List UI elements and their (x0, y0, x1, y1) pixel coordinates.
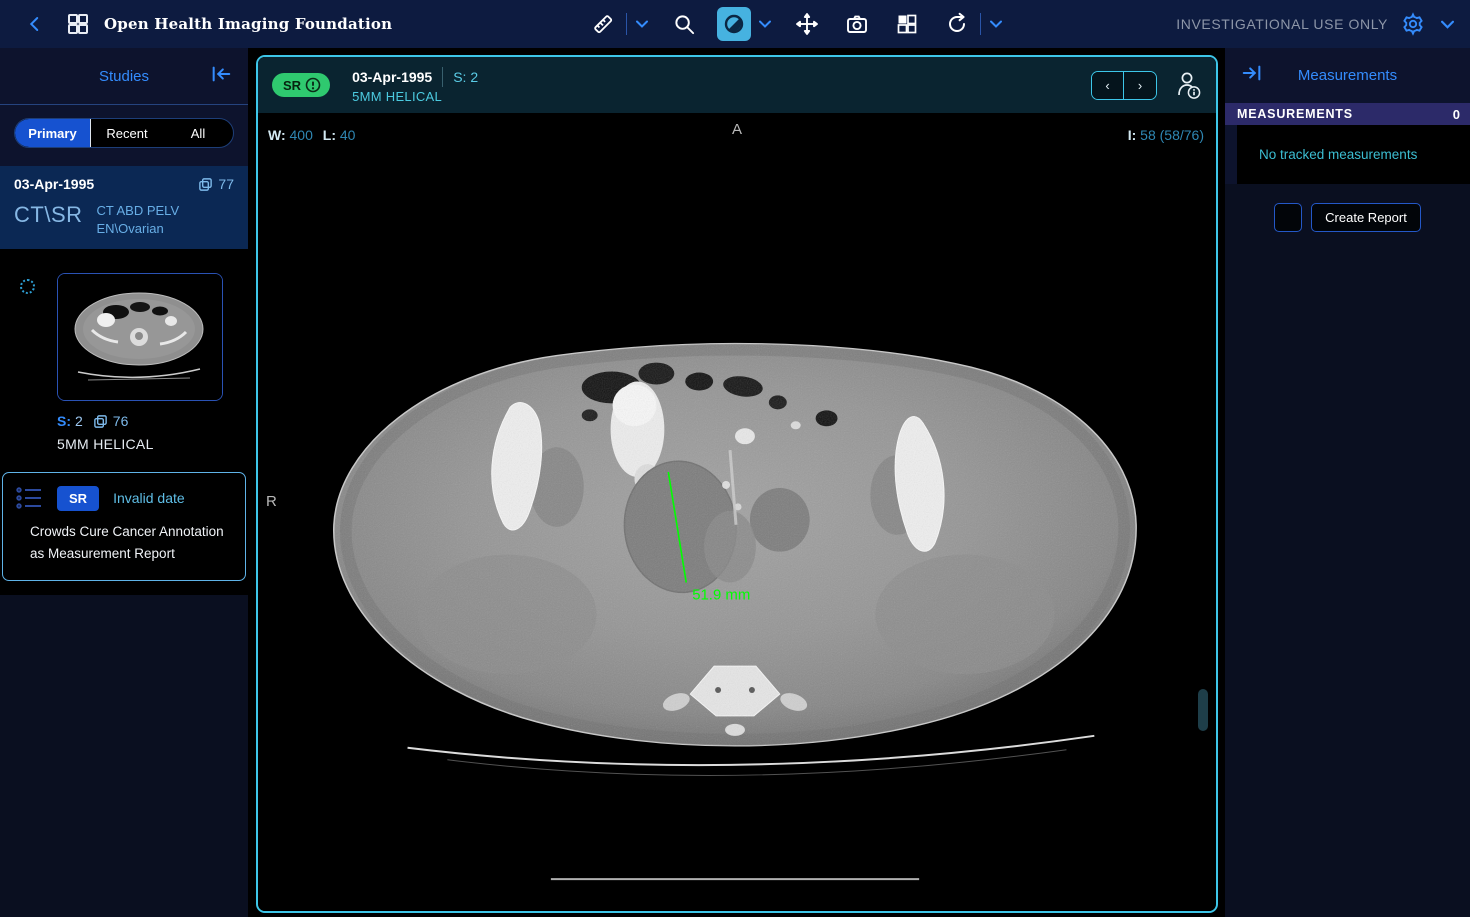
patient-info-icon (1175, 70, 1202, 100)
tracking-status-icon (20, 279, 35, 294)
measurements-count-badge: 0 (1453, 107, 1460, 122)
studies-panel-header: Studies (0, 48, 248, 105)
measurements-actions: Create Report (1225, 203, 1470, 232)
chevron-down-icon (636, 20, 648, 28)
chevron-down-icon (759, 20, 771, 28)
series-list: S:2 76 5MM HELICAL SR Invalid date Crowd… (0, 249, 248, 595)
settings-button[interactable] (1398, 7, 1428, 41)
orientation-marker-right: R (266, 493, 277, 510)
viewport-series-number: S: 2 (453, 69, 478, 85)
measurements-section-bar: MEASUREMENTS 0 (1225, 103, 1470, 125)
copy-instances-icon (198, 177, 213, 192)
tab-recent[interactable]: Recent (91, 119, 163, 147)
create-report-button[interactable]: Create Report (1311, 203, 1421, 232)
collapse-right-icon (1241, 64, 1263, 82)
studies-panel: Studies Primary Recent All 03-Apr-1995 7… (0, 48, 248, 917)
layout-tool-button[interactable] (890, 7, 924, 41)
chevron-down-icon (990, 20, 1002, 28)
study-modalities: CT\SR (14, 202, 83, 228)
tab-primary[interactable]: Primary (15, 119, 91, 147)
pan-tool-button[interactable] (790, 7, 824, 41)
study-description: CT ABD PELV EN\Ovarian (97, 202, 219, 237)
viewport-study-date: 03-Apr-1995 (352, 69, 432, 85)
investigational-label: INVESTIGATIONAL USE ONLY (1176, 16, 1388, 32)
study-filter-tabs: Primary Recent All (0, 105, 248, 166)
reset-tool-button[interactable] (940, 7, 974, 41)
zoom-tool-button[interactable] (667, 7, 701, 41)
sr-date: Invalid date (113, 490, 185, 506)
previous-series-button[interactable]: ‹ (1092, 72, 1124, 99)
capture-camera-icon (845, 12, 869, 36)
sr-description: Crowds Cure Cancer Annotation as Measure… (30, 521, 235, 564)
ohif-logo-grid-icon (66, 12, 90, 36)
measurements-panel-header: Measurements (1225, 48, 1470, 103)
sr-modality-badge: SR (57, 486, 99, 511)
collapse-left-icon (210, 65, 232, 83)
pan-move-icon (795, 12, 819, 36)
collapse-left-panel-button[interactable] (210, 65, 232, 83)
series-instance-count: 76 (113, 413, 129, 429)
patient-info-button[interactable] (1175, 70, 1202, 100)
chevron-left-icon (26, 15, 44, 33)
viewport-series-description: 5MM HELICAL (352, 89, 478, 104)
ct-axial-pelvis-image: 51.9 mm (258, 57, 1216, 911)
chevron-down-icon (1441, 20, 1454, 29)
measurements-empty-state: No tracked measurements (1225, 125, 1470, 184)
structured-list-icon (15, 485, 43, 511)
measurement-value-label[interactable]: 51.9 mm (692, 586, 750, 603)
viewport-header: SR 03-Apr-1995 S: 2 5MM HELICAL ‹ › (258, 57, 1216, 113)
series-number-label: S:2 (57, 413, 83, 429)
zoom-magnifier-icon (673, 13, 696, 36)
measure-dropdown-button[interactable] (633, 7, 651, 41)
sr-report-item[interactable]: SR Invalid date Crowds Cure Cancer Annot… (2, 472, 246, 581)
app-title: Open Health Imaging Foundation (104, 15, 392, 33)
reset-rotate-icon (945, 12, 969, 36)
window-level-contrast-icon (722, 12, 746, 36)
window-level-dropdown-button[interactable] (756, 7, 774, 41)
copy-instances-icon (93, 414, 108, 429)
layout-grid-icon (895, 12, 919, 36)
reset-dropdown-button[interactable] (987, 7, 1005, 41)
sr-status-badge[interactable]: SR (272, 73, 330, 97)
image-scrollbar-thumb[interactable] (1198, 689, 1208, 731)
export-button[interactable] (1274, 203, 1302, 232)
series-thumbnail-ct-image (58, 274, 222, 400)
viewport-grid: 51.9 mm SR 03-Apr-1995 S: 2 5MM HELICAL (248, 48, 1225, 917)
measurements-panel: Measurements MEASUREMENTS 0 No tracked m… (1225, 48, 1470, 917)
study-date: 03-Apr-1995 (14, 176, 94, 192)
toolbar-divider (980, 13, 981, 35)
toolbar-divider (626, 13, 627, 35)
measure-ruler-icon (591, 12, 615, 36)
measure-tool-button[interactable] (586, 7, 620, 41)
topbar-left-group: Open Health Imaging Foundation (0, 7, 400, 41)
capture-tool-button[interactable] (840, 7, 874, 41)
top-bar: Open Health Imaging Foundation (0, 0, 1470, 48)
study-instance-count: 77 (218, 176, 234, 192)
settings-dropdown-button[interactable] (1438, 7, 1456, 41)
window-level-tool-button[interactable] (717, 7, 751, 41)
next-series-button[interactable]: › (1124, 72, 1156, 99)
tab-all[interactable]: All (163, 119, 233, 147)
back-button[interactable] (18, 7, 52, 41)
collapse-right-panel-button[interactable] (1241, 64, 1263, 82)
series-navigation: ‹ › (1091, 71, 1157, 100)
orientation-marker-anterior: A (258, 121, 1216, 138)
topbar-right-group: INVESTIGATIONAL USE ONLY (1176, 0, 1456, 48)
active-viewport[interactable]: 51.9 mm SR 03-Apr-1995 S: 2 5MM HELICAL (256, 55, 1218, 913)
ohif-viewer-app: Open Health Imaging Foundation (0, 0, 1470, 917)
series-description: 5MM HELICAL (0, 429, 248, 468)
study-item[interactable]: 03-Apr-1995 77 CT\SR CT ABD PELV EN\Ovar… (0, 166, 248, 249)
series-thumbnail[interactable] (57, 273, 223, 401)
divider (442, 67, 443, 87)
exclamation-circle-icon (305, 77, 321, 93)
studies-panel-title: Studies (99, 68, 149, 85)
toolbar (586, 0, 1005, 48)
settings-gear-icon (1401, 12, 1425, 36)
